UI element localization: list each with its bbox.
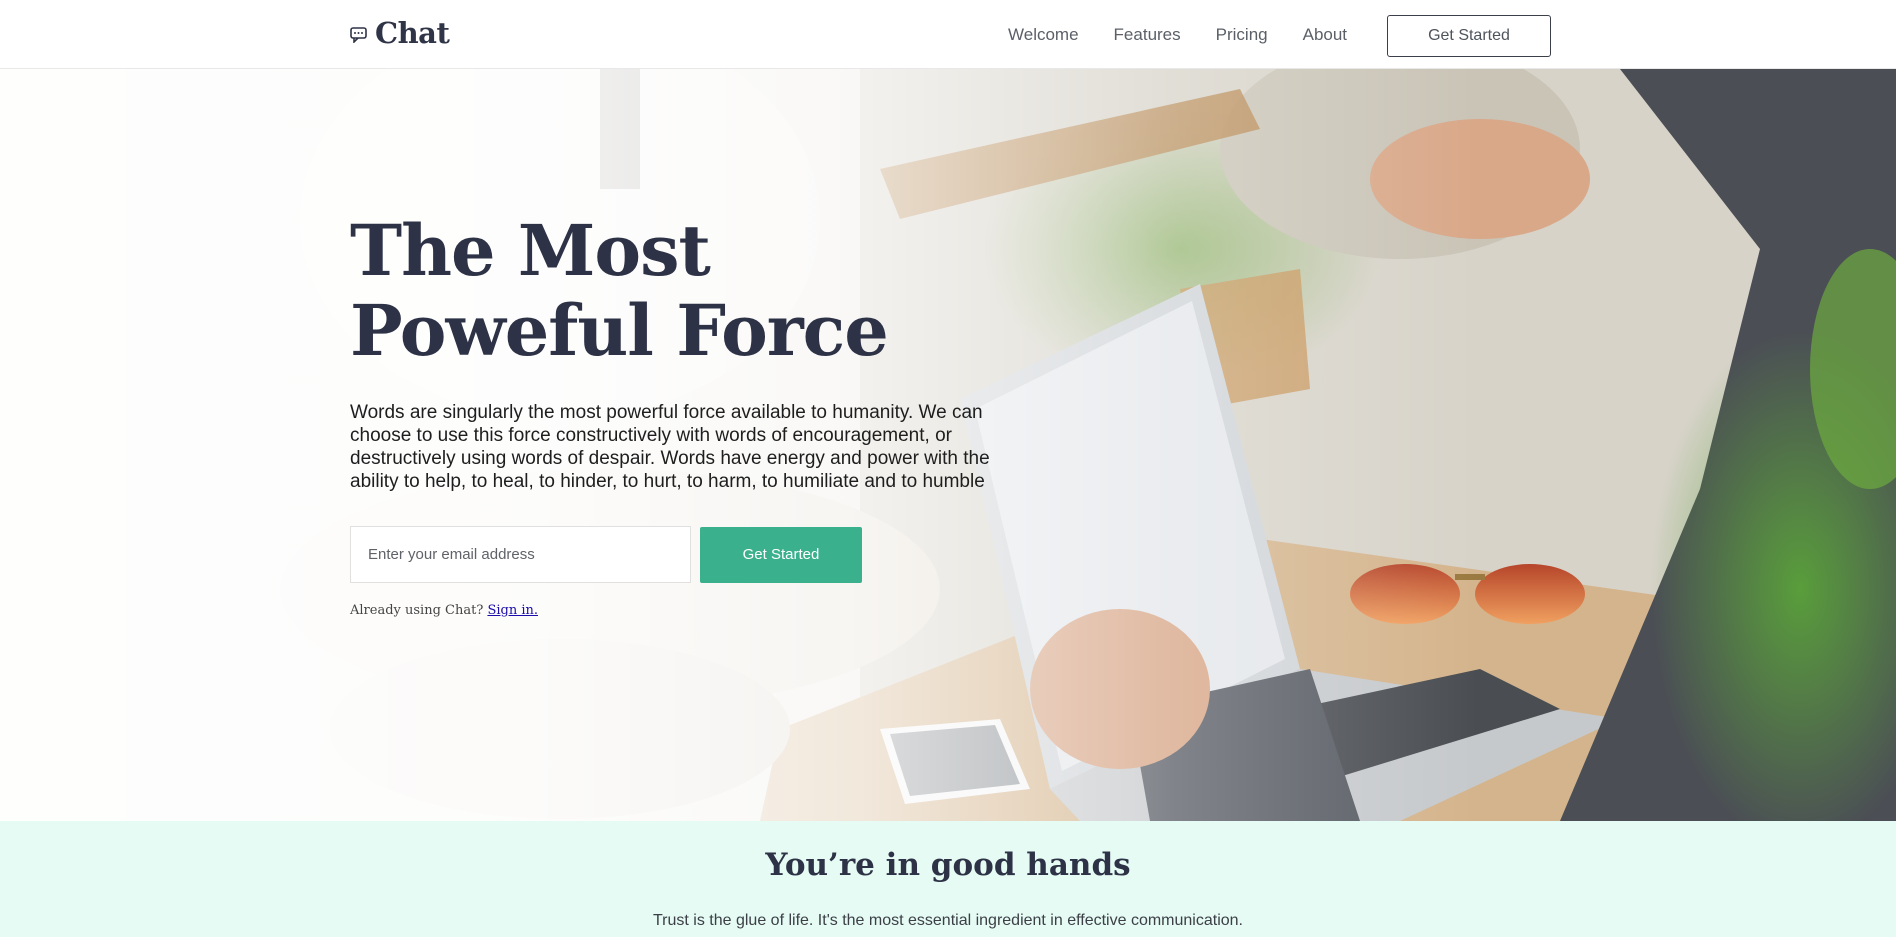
hero-title-line-1: The Most [350,209,711,292]
signin-link[interactable]: Sign in. [487,603,538,618]
top-navbar: Chat Welcome Features Pricing About Get … [0,0,1896,69]
signin-note: Already using Chat? Sign in. [350,603,1010,618]
trust-section: You’re in good hands Trust is the glue o… [0,821,1896,937]
nav-link-about[interactable]: About [1303,25,1347,45]
nav-link-pricing[interactable]: Pricing [1216,25,1268,45]
email-input[interactable] [350,526,691,583]
signin-prompt: Already using Chat? [350,603,484,618]
hero-content: The Most Poweful Force Words are singula… [350,211,1010,618]
trust-title: You’re in good hands [765,847,1131,883]
brand-logo[interactable]: Chat [350,16,450,50]
hero-title-line-2: Poweful Force [350,289,889,372]
nav-link-features[interactable]: Features [1114,25,1181,45]
chat-bubble-icon [350,27,367,43]
signup-form: Get Started [350,526,1010,583]
hero-description: Words are singularly the most powerful f… [350,402,990,492]
nav-link-welcome[interactable]: Welcome [1008,25,1079,45]
nav-links: Welcome Features Pricing About [1008,0,1347,69]
hero-title: The Most Poweful Force [350,211,1010,371]
nav-get-started-button[interactable]: Get Started [1387,15,1551,57]
signup-get-started-button[interactable]: Get Started [700,526,862,583]
hero-section: The Most Poweful Force Words are singula… [0,69,1896,821]
brand-name: Chat [375,16,450,50]
trust-text: Trust is the glue of life. It's the most… [652,912,1243,929]
